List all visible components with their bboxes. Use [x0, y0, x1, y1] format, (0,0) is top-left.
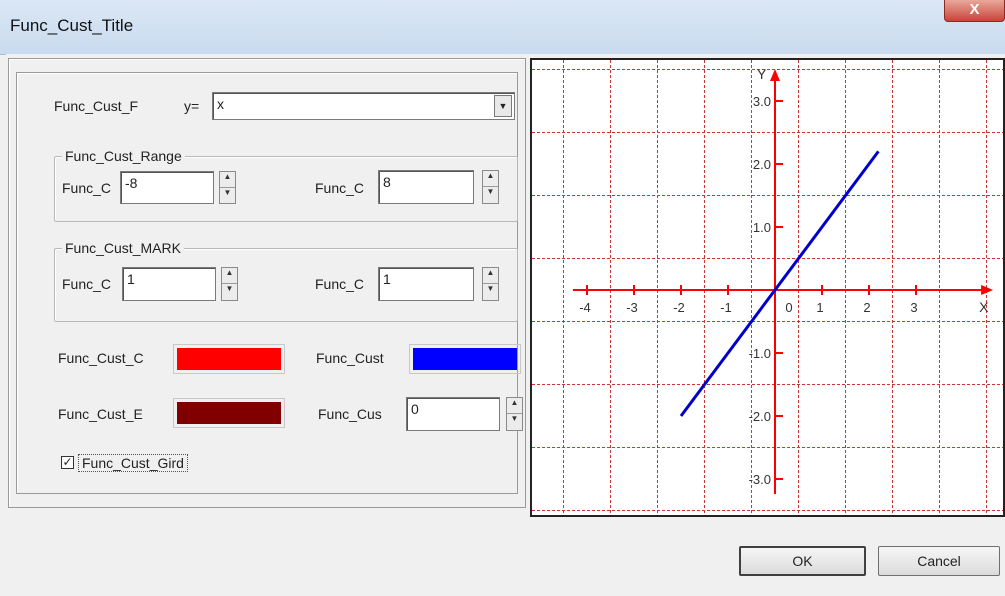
y-tick-label: 3.0	[753, 94, 771, 109]
function-value: x	[217, 96, 224, 112]
range-group-label: Func_Cust_Range	[62, 148, 185, 164]
spin-down-icon[interactable]: ▼	[222, 284, 237, 300]
y-tick-label: 2.0	[753, 157, 771, 172]
spin-down-icon[interactable]: ▼	[483, 187, 498, 203]
mark-y-spinner[interactable]: ▲ ▼	[482, 267, 499, 301]
curve-color-fill	[413, 348, 517, 370]
spin-up-icon[interactable]: ▲	[483, 171, 498, 187]
y-axis-label: Y	[757, 66, 767, 82]
spin-down-icon[interactable]: ▼	[483, 284, 498, 300]
range-min-spinner[interactable]: ▲ ▼	[219, 171, 236, 204]
close-button[interactable]: X	[944, 0, 1005, 22]
mark-y-input[interactable]: 1	[378, 267, 474, 301]
curve-color-label: Func_Cust	[316, 350, 384, 366]
window-title: Func_Cust_Title	[10, 16, 134, 35]
function-prefix: y=	[184, 98, 200, 114]
spin-up-icon[interactable]: ▲	[507, 398, 522, 414]
cancel-button[interactable]: Cancel	[878, 546, 1000, 576]
y-axis-arrow	[770, 69, 780, 81]
width-label: Func_Cus	[318, 406, 382, 422]
mark-x-label: Func_C	[62, 276, 112, 292]
mark-group-label: Func_Cust_MARK	[62, 240, 184, 256]
y-tick-label: 1.0	[753, 220, 771, 235]
x-tick-label: 2	[863, 300, 870, 315]
x-tick-label: 3	[910, 300, 917, 315]
chevron-down-icon: ▼	[498, 101, 508, 111]
x-tick-label: -4	[579, 300, 591, 315]
range-max-label: Func_C	[315, 180, 365, 196]
x-tick-label: 1	[816, 300, 823, 315]
x-tick-label: -3	[626, 300, 638, 315]
ok-button[interactable]: OK	[739, 546, 866, 576]
width-input[interactable]: 0	[406, 397, 500, 431]
range-max-value: 8	[383, 174, 391, 190]
range-max-input[interactable]: 8	[378, 170, 474, 204]
mark-y-value: 1	[383, 271, 391, 287]
close-icon: X	[969, 1, 980, 18]
spin-up-icon[interactable]: ▲	[483, 268, 498, 284]
range-min-input[interactable]: -8	[120, 171, 214, 204]
axis-color-fill	[177, 348, 281, 370]
width-value: 0	[411, 401, 419, 417]
mark-y-label: Func_C	[315, 276, 365, 292]
x-axis-arrow	[981, 285, 994, 295]
function-plot: -4 -3 -2 -1 0 1 2 3 3.0 2.0 1.0 -1.0 -2.0 -3.0 X Y	[530, 58, 1005, 517]
check-icon: ✓	[62, 455, 73, 469]
x-tick-label: 0	[785, 300, 792, 315]
function-curve	[679, 150, 880, 417]
spin-up-icon[interactable]: ▲	[222, 268, 237, 284]
spin-up-icon[interactable]: ▲	[220, 172, 235, 188]
range-min-value: -8	[125, 175, 138, 191]
width-spinner[interactable]: ▲ ▼	[506, 397, 523, 431]
y-tick-label: -2.0	[749, 409, 771, 424]
spin-down-icon[interactable]: ▼	[507, 414, 522, 430]
grid-checkbox[interactable]: ✓	[61, 456, 74, 469]
y-tick-label: -3.0	[749, 472, 771, 487]
x-tick-label: -1	[720, 300, 732, 315]
plot-svg: -4 -3 -2 -1 0 1 2 3 3.0 2.0 1.0 -1.0 -2.0 -3.0 X Y	[532, 60, 1003, 515]
spin-down-icon[interactable]: ▼	[220, 188, 235, 204]
dialog-client: Func_Cust_F y= x ▼ Func_Cust_Range Func_…	[6, 54, 1005, 596]
range-min-label: Func_C	[62, 180, 112, 196]
range-max-spinner[interactable]: ▲ ▼	[482, 170, 499, 204]
title-bar: Func_Cust_Title X	[0, 0, 1005, 55]
bg-color-swatch[interactable]	[173, 398, 285, 428]
function-select[interactable]: x	[212, 92, 515, 120]
mark-x-input[interactable]: 1	[122, 267, 216, 301]
x-axis-label: X	[979, 299, 989, 315]
grid-checkbox-label[interactable]: Func_Cust_Gird	[78, 454, 188, 472]
curve-color-swatch[interactable]	[409, 344, 521, 374]
function-dropdown-button[interactable]: ▼	[494, 95, 512, 117]
mark-x-spinner[interactable]: ▲ ▼	[221, 267, 238, 301]
bg-color-fill	[177, 402, 281, 424]
function-label: Func_Cust_F	[54, 98, 139, 114]
bg-color-label: Func_Cust_E	[58, 406, 143, 422]
x-tick-label: -2	[673, 300, 685, 315]
mark-x-value: 1	[127, 271, 135, 287]
axis-color-label: Func_Cust_C	[58, 350, 144, 366]
axis-color-swatch[interactable]	[173, 344, 285, 374]
y-tick-label: -1.0	[749, 346, 771, 361]
